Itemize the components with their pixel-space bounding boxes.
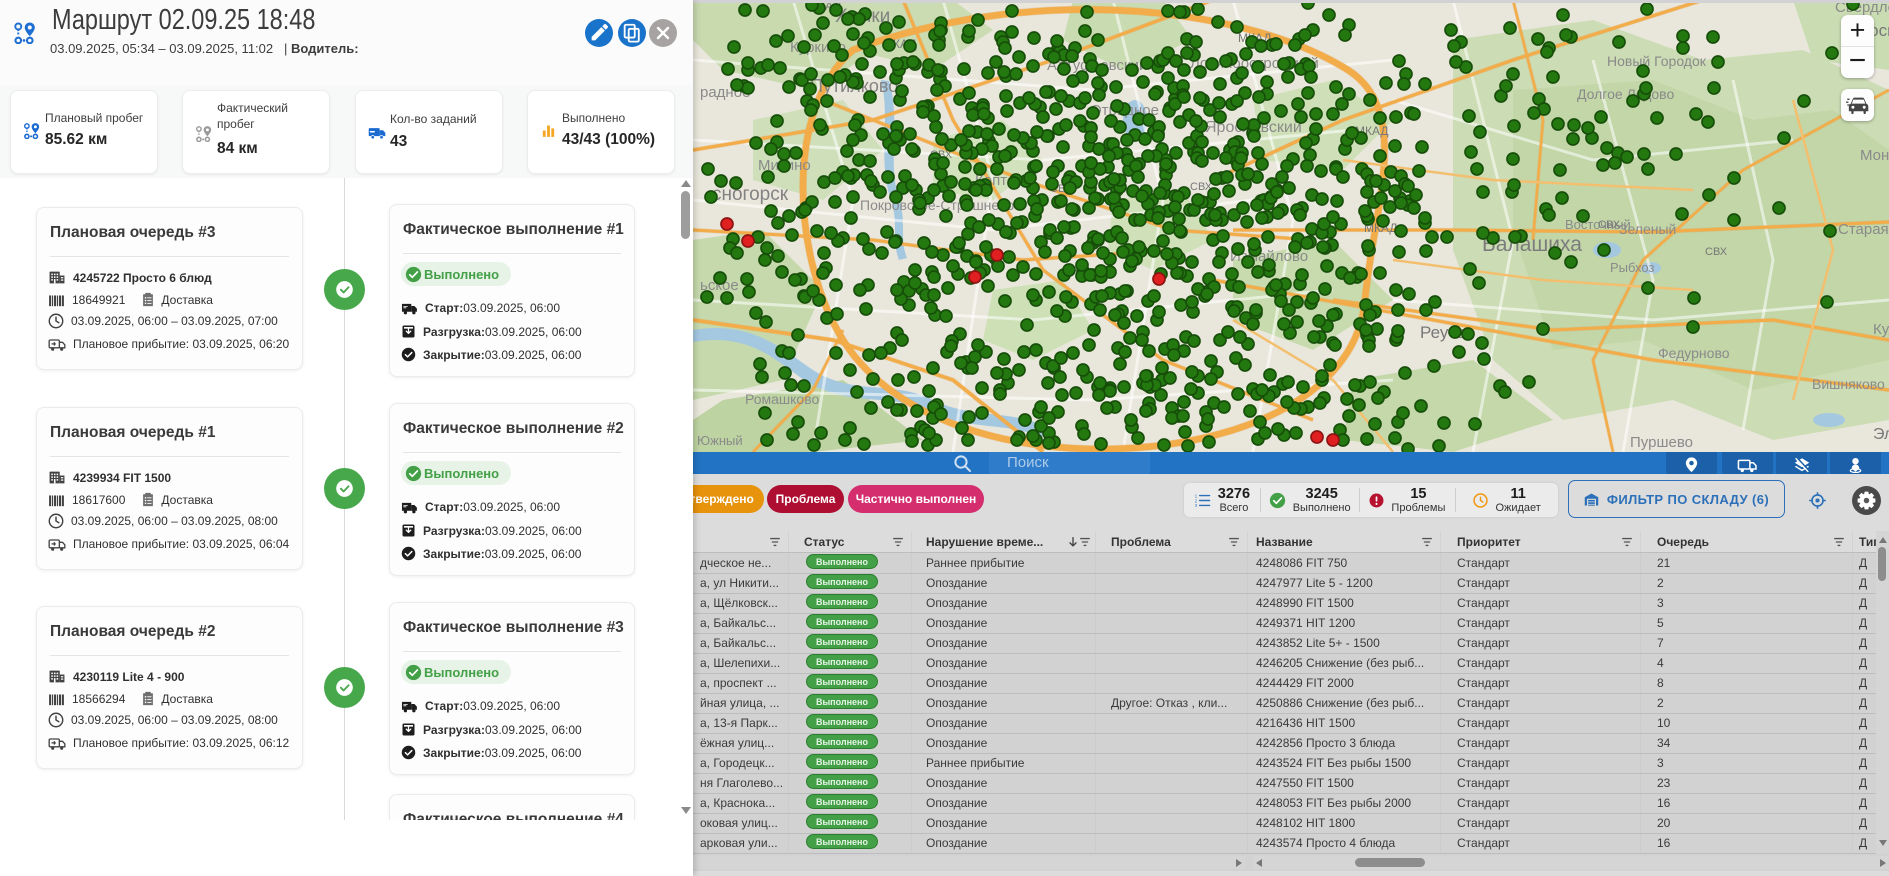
svg-text:Федурново: Федурново: [1658, 345, 1730, 361]
svg-text:Эле: Эле: [1873, 426, 1889, 443]
svg-text:Покровское-Стрешнево: Покровское-Стрешнево: [860, 197, 1014, 213]
svg-text:Пуршево: Пуршево: [1630, 434, 1693, 451]
svg-text:СВХ: СВХ: [1598, 219, 1621, 231]
svg-text:Куд: Куд: [1873, 321, 1889, 338]
svg-text:1: 1: [1194, 493, 1197, 498]
svg-text:Старая Купав: Старая Купав: [1838, 221, 1889, 238]
svg-text:Монино: Монино: [1860, 147, 1889, 164]
svg-text:Южный: Южный: [697, 433, 743, 448]
svg-text:СВХ: СВХ: [1705, 246, 1728, 258]
svg-text:3: 3: [1194, 503, 1197, 508]
svg-text:Долгое Ледово: Долгое Ледово: [1577, 86, 1674, 102]
svg-text:Ромашково: Ромашково: [745, 391, 820, 407]
svg-text:Вишняково: Вишняково: [1812, 376, 1885, 392]
svg-text:Рыбхоз: Рыбхоз: [1610, 260, 1654, 275]
svg-text:2: 2: [1194, 498, 1197, 503]
svg-text:Новый Городок: Новый Городок: [1607, 53, 1707, 69]
